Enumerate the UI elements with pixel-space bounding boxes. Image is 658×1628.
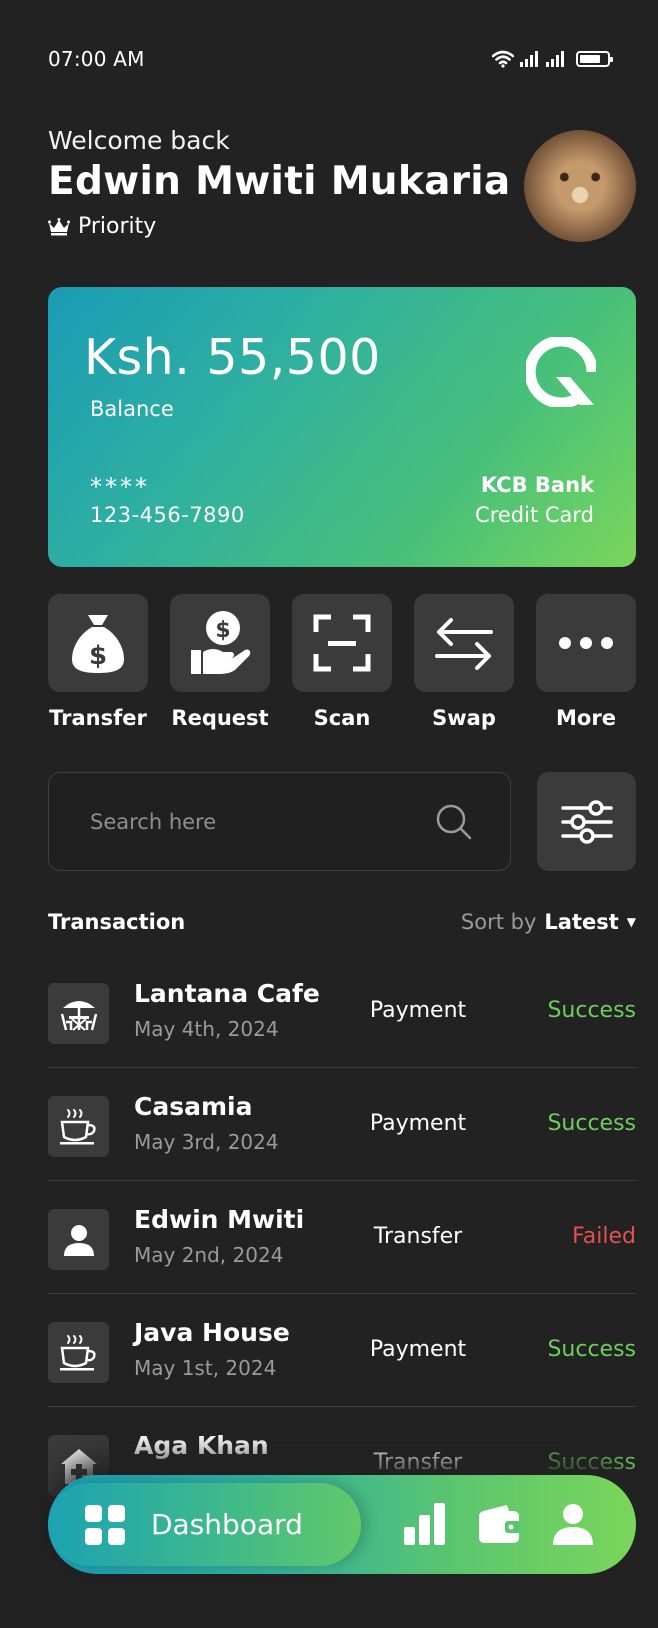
bar-chart-icon[interactable] xyxy=(404,1503,446,1545)
battery-icon xyxy=(576,51,613,67)
caret-down-icon[interactable]: ▼ xyxy=(627,915,636,929)
tier-label: Priority xyxy=(78,214,157,239)
transaction-row[interactable]: Casamia May 3rd, 2024 Payment Success xyxy=(48,1068,636,1181)
status-bar: 07:00 AM xyxy=(48,44,613,74)
transaction-status: Success xyxy=(547,1111,636,1136)
search-box[interactable] xyxy=(48,772,511,871)
wallet-icon[interactable] xyxy=(479,1503,521,1545)
transaction-type: Payment xyxy=(369,1337,467,1362)
svg-text:$: $ xyxy=(215,618,230,643)
tier-badge: Priority xyxy=(48,214,511,239)
scan-button[interactable]: Scan xyxy=(292,594,392,730)
request-tile[interactable]: $ xyxy=(170,594,270,692)
transaction-name: Lantana Cafe xyxy=(134,979,320,1008)
transactions-title: Transaction xyxy=(48,910,186,934)
card-bank: KCB Bank xyxy=(480,473,594,497)
transaction-date: May 3rd, 2024 xyxy=(134,1130,279,1154)
dashboard-grid-icon xyxy=(85,1504,125,1545)
transaction-name: Edwin Mwiti xyxy=(134,1205,305,1234)
balance-label: Balance xyxy=(90,397,174,421)
coffee-cup-icon xyxy=(59,1334,96,1370)
transaction-icon xyxy=(48,1096,109,1157)
filter-button[interactable] xyxy=(537,772,636,871)
sort-dropdown[interactable]: Sort by Latest ▼ xyxy=(461,910,636,934)
card-number: 123-456-7890 xyxy=(90,503,245,527)
user-name: Edwin Mwiti Mukaria xyxy=(48,159,511,204)
swap-label: Swap xyxy=(432,706,496,730)
transaction-name: Casamia xyxy=(134,1092,253,1121)
more-label: More xyxy=(556,706,616,730)
signal-icon xyxy=(520,51,538,67)
crown-icon xyxy=(48,217,70,235)
more-dots-icon xyxy=(559,637,613,649)
transfer-label: Transfer xyxy=(49,706,147,730)
sort-value[interactable]: Latest xyxy=(544,910,618,934)
more-button[interactable]: More xyxy=(536,594,636,730)
cafe-table-icon xyxy=(60,1000,97,1031)
swap-arrows-icon xyxy=(435,618,493,670)
transaction-status: Success xyxy=(547,1337,636,1362)
search-input[interactable] xyxy=(90,809,390,834)
wifi-icon xyxy=(492,50,514,68)
transaction-date: May 2nd, 2024 xyxy=(134,1243,284,1267)
transaction-icon xyxy=(48,1209,109,1270)
transaction-name: Aga Khan xyxy=(134,1431,269,1460)
more-tile[interactable] xyxy=(536,594,636,692)
transaction-name: Java House xyxy=(134,1318,290,1347)
transfer-button[interactable]: $ Transfer xyxy=(48,594,148,730)
scan-label: Scan xyxy=(313,706,371,730)
card-type: Credit Card xyxy=(475,503,594,527)
transaction-icon xyxy=(48,983,109,1044)
transaction-icon xyxy=(48,1322,109,1383)
status-icons xyxy=(492,50,613,68)
avatar[interactable] xyxy=(524,130,636,242)
swap-tile[interactable] xyxy=(414,594,514,692)
greeting: Welcome back Edwin Mwiti Mukaria Priorit… xyxy=(48,126,511,239)
sort-label: Sort by xyxy=(460,910,537,934)
transaction-type: Transfer xyxy=(373,1224,463,1249)
profile-icon[interactable] xyxy=(552,1503,594,1545)
scan-icon xyxy=(313,614,371,672)
card-mask: **** xyxy=(90,473,150,501)
status-time: 07:00 AM xyxy=(48,47,145,71)
person-icon xyxy=(63,1224,94,1256)
coffee-cup-icon xyxy=(59,1108,96,1144)
welcome-text: Welcome back xyxy=(48,126,230,155)
transactions-header: Transaction Sort by Latest ▼ xyxy=(48,910,636,934)
transaction-row[interactable]: Java House May 1st, 2024 Payment Success xyxy=(48,1294,636,1407)
balance-amount: Ksh. 55,500 xyxy=(84,329,381,386)
nav-dashboard-label: Dashboard xyxy=(151,1508,303,1541)
transaction-date: May 4th, 2024 xyxy=(134,1017,279,1041)
request-button[interactable]: $ Request xyxy=(170,594,270,730)
request-label: Request xyxy=(171,706,269,730)
svg-text:$: $ xyxy=(89,641,107,671)
scan-tile[interactable] xyxy=(292,594,392,692)
swap-button[interactable]: Swap xyxy=(414,594,514,730)
quick-actions: $ Transfer $ Request Scan Swap More xyxy=(48,594,636,730)
hand-coin-icon: $ xyxy=(191,611,251,674)
nav-dashboard-button[interactable]: Dashboard xyxy=(48,1483,361,1566)
bottom-nav: Dashboard xyxy=(48,1475,636,1574)
transaction-type: Payment xyxy=(369,1111,467,1136)
balance-card[interactable]: Ksh. 55,500 Balance **** 123-456-7890 KC… xyxy=(48,287,636,567)
signal-icon xyxy=(546,51,564,67)
transaction-type: Transfer xyxy=(373,1450,463,1475)
sliders-icon xyxy=(560,799,613,844)
transaction-status: Success xyxy=(547,998,636,1023)
money-bag-icon: $ xyxy=(72,615,124,673)
transaction-row[interactable]: Edwin Mwiti May 2nd, 2024 Transfer Faile… xyxy=(48,1181,636,1294)
transaction-type: Payment xyxy=(369,998,467,1023)
transaction-date: May 1st, 2024 xyxy=(134,1356,277,1380)
transactions-list: Lantana Cafe May 4th, 2024 Payment Succe… xyxy=(48,955,636,1520)
transaction-status: Success xyxy=(547,1450,636,1475)
search-icon[interactable] xyxy=(436,804,472,840)
transfer-tile[interactable]: $ xyxy=(48,594,148,692)
brand-logo-icon xyxy=(526,337,596,407)
transaction-status: Failed xyxy=(572,1224,636,1249)
transaction-row[interactable]: Lantana Cafe May 4th, 2024 Payment Succe… xyxy=(48,955,636,1068)
